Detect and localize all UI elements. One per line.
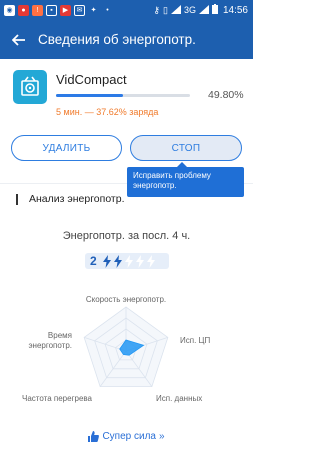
radar-label-cpu: Исп. ЦП xyxy=(180,336,210,345)
section-title: Анализ энергопотр. xyxy=(29,193,125,205)
message-notification-icon: ✉ xyxy=(74,4,85,16)
radar-label-speed: Скорость энергопотр. xyxy=(86,295,166,304)
film-reel-icon xyxy=(21,76,39,96)
lightning-active-icon xyxy=(113,254,122,268)
radar-label-time-line2: энергопотр. xyxy=(28,341,72,350)
key-icon: ⚷ xyxy=(153,4,160,15)
app-icon xyxy=(13,70,47,104)
super-power-link[interactable]: Супер сила » xyxy=(0,431,253,442)
back-button[interactable] xyxy=(0,20,38,59)
network-type: 3G xyxy=(183,5,196,15)
consumption-level-number: 2 xyxy=(90,254,97,268)
usage-progress-fill xyxy=(56,94,123,97)
status-bar: ◉ ● ! ▪ ▶ ✉ ✦ • ⚷ ▯ 3G 14:56 xyxy=(0,0,253,20)
image-notification-icon: ▪ xyxy=(46,4,57,16)
more-notifications-icon: • xyxy=(106,6,109,14)
app-bar: Сведения об энергопотр. xyxy=(0,20,253,59)
alert-notification-icon: ! xyxy=(32,4,43,16)
radar-chart: Скорость энергопотр. Исп. ЦП Исп. данных… xyxy=(22,295,210,403)
stop-button[interactable]: СТОП xyxy=(130,135,242,161)
usage-percent: 49.80% xyxy=(208,89,244,101)
usage-progress-bar xyxy=(56,94,190,97)
lightning-inactive-icon xyxy=(146,254,155,268)
clock: 14:56 xyxy=(222,4,248,16)
lightning-inactive-icon xyxy=(135,254,144,268)
app-name: VidCompact xyxy=(56,72,127,87)
battery-icon xyxy=(211,4,218,16)
radar-label-data: Исп. данных xyxy=(156,394,202,403)
battery-drain-text: 5 мин. — 37.62% заряда xyxy=(56,107,159,117)
lightning-active-icon xyxy=(102,254,111,268)
camera-notification-icon: ◉ xyxy=(4,4,15,16)
period-label: Энергопотр. за посл. 4 ч. xyxy=(62,230,191,242)
thumbs-up-icon xyxy=(88,431,100,442)
vibrate-icon: ▯ xyxy=(163,4,168,15)
section-marker xyxy=(16,194,18,205)
android-notification-icon: ✦ xyxy=(90,6,97,14)
super-power-label: Супер сила xyxy=(102,431,156,442)
tooltip[interactable]: Исправить проблему энергопотр. xyxy=(127,167,244,197)
back-arrow-icon xyxy=(12,33,25,46)
youtube-notification-icon: ▶ xyxy=(60,4,71,16)
consumption-level: 2 xyxy=(85,253,169,269)
radar-label-time-line1: Время xyxy=(48,331,72,340)
lightning-inactive-icon xyxy=(124,254,133,268)
mobile-signal-icon xyxy=(170,4,181,16)
double-chevron-icon: » xyxy=(158,431,165,442)
page-title: Сведения об энергопотр. xyxy=(38,32,196,47)
delete-button[interactable]: УДАЛИТЬ xyxy=(11,135,122,161)
signal-icon xyxy=(198,4,209,16)
app-notification-icon: ● xyxy=(18,4,29,16)
radar-label-overheat: Частота перегрева xyxy=(22,394,93,403)
lightning-bolts xyxy=(102,254,157,268)
